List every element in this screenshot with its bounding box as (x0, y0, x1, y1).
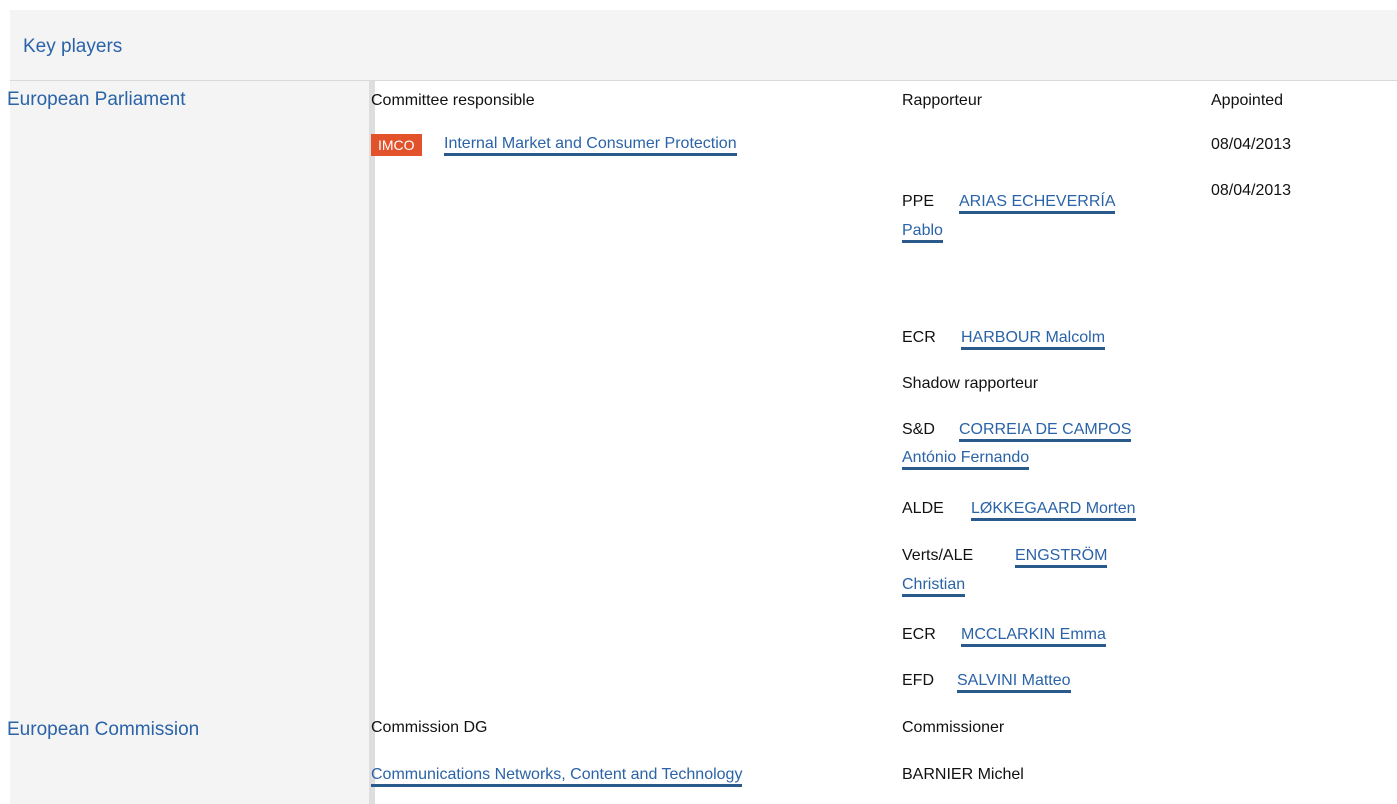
commissioner-name: BARNIER Michel (902, 766, 1024, 783)
column-divider (369, 81, 375, 804)
shadow-name: LØKKEGAARD Morten (971, 500, 1136, 521)
rapporteur-party: ECR (902, 329, 936, 346)
shadow-party: S&D (902, 421, 935, 438)
shadow-link-mcclarkin[interactable]: MCCLARKIN Emma (961, 624, 1106, 647)
rapporteur-name: HARBOUR Malcolm (961, 329, 1106, 350)
rapporteur-party: PPE (902, 193, 935, 210)
rapporteur-appointed-date: 08/04/2013 (1211, 182, 1292, 199)
shadow-name-line2: António Fernando (902, 449, 1030, 470)
shadow-rapporteur-label: Shadow rapporteur (902, 375, 1039, 392)
appointed-label: Appointed (1211, 92, 1284, 109)
shadow-name-line1: ENGSTRÖM (1015, 547, 1108, 568)
shadow-party: ECR (902, 626, 936, 643)
shadow-link-salvini[interactable]: SALVINI Matteo (957, 670, 1071, 693)
rapporteur-link-arias[interactable]: ARIAS ECHEVERRÍA (959, 191, 1116, 214)
rapporteur-name-line1: ARIAS ECHEVERRÍA (959, 193, 1116, 214)
shadow-link-engstrom-2[interactable]: Christian (902, 574, 966, 597)
commission-title: European Commission (7, 719, 200, 740)
shadow-party: ALDE (902, 500, 944, 517)
rapporteur-link-harbour[interactable]: HARBOUR Malcolm (961, 327, 1106, 350)
institution-column (10, 81, 369, 804)
shadow-party: Verts/ALE (902, 547, 974, 564)
shadow-link-correia[interactable]: CORREIA DE CAMPOS (959, 419, 1132, 442)
shadow-link-engstrom[interactable]: ENGSTRÖM (1015, 545, 1108, 568)
shadow-name-line1: CORREIA DE CAMPOS (959, 421, 1132, 442)
shadow-link-lokkegaard[interactable]: LØKKEGAARD Morten (971, 498, 1136, 521)
committee-appointed-date: 08/04/2013 (1211, 136, 1292, 153)
rapporteur-link-arias-2[interactable]: Pablo (902, 220, 943, 243)
commissioner-label: Commissioner (902, 719, 1005, 736)
shadow-name: MCCLARKIN Emma (961, 626, 1106, 647)
shadow-link-correia-2[interactable]: António Fernando (902, 447, 1030, 470)
rapporteur-name-line2: Pablo (902, 222, 943, 243)
committee-link[interactable]: Internal Market and Consumer Protection (444, 133, 737, 156)
rapporteur-label: Rapporteur (902, 92, 983, 109)
commission-dg-link[interactable]: Communications Networks, Content and Tec… (371, 764, 743, 787)
commission-dg-label: Commission DG (371, 719, 488, 736)
committee-badge: IMCO (371, 134, 422, 156)
shadow-name: SALVINI Matteo (957, 672, 1071, 693)
panel-title: Key players (23, 36, 123, 57)
shadow-party: EFD (902, 672, 934, 689)
commission-dg-name: Communications Networks, Content and Tec… (371, 766, 743, 787)
parliament-title: European Parliament (7, 89, 186, 110)
shadow-name-line2: Christian (902, 576, 966, 597)
committee-name: Internal Market and Consumer Protection (444, 135, 737, 156)
panel-header: Key players (10, 10, 1397, 81)
committee-responsible-label: Committee responsible (371, 92, 535, 109)
